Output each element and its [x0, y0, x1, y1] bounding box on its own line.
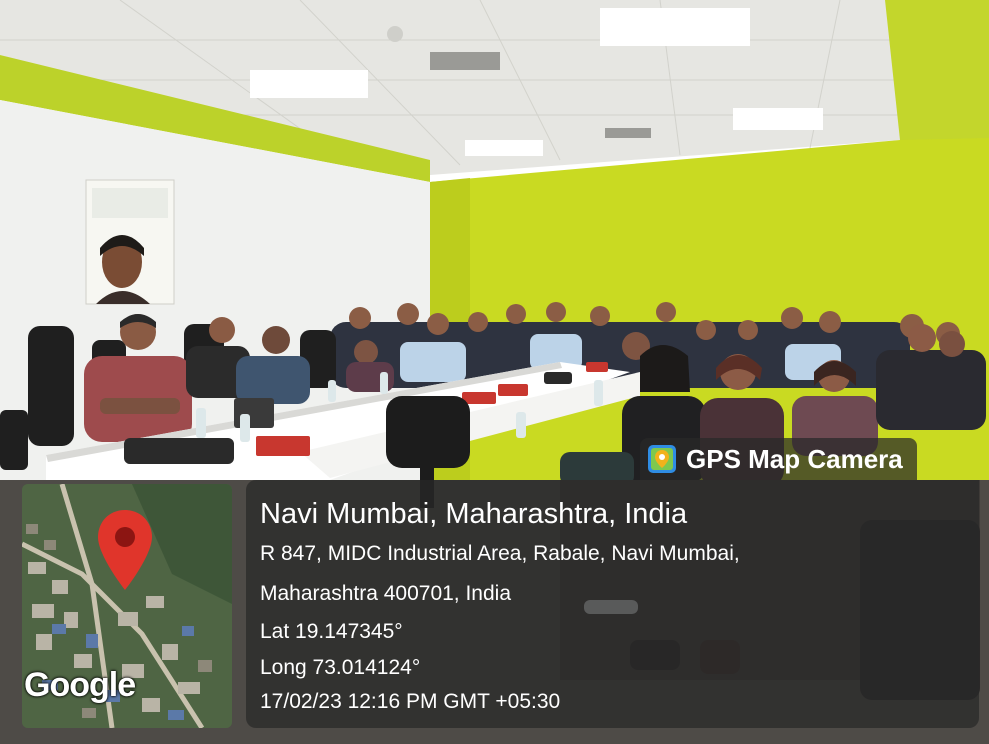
badge-label: GPS Map Camera — [686, 443, 903, 474]
google-logo: Google — [24, 666, 136, 704]
location-title: Navi Mumbai, Maharashtra, India — [260, 498, 688, 530]
address-line-2: Maharashtra 400701, India — [260, 582, 512, 605]
latitude: Lat 19.147345° — [260, 620, 403, 643]
address-line-1: R 847, MIDC Industrial Area, Rabale, Nav… — [260, 542, 740, 565]
satellite-map-thumbnail: Google — [22, 484, 232, 728]
photo-frame: GPS Map Camera Navi Mumbai, Maharashtra,… — [0, 0, 989, 744]
location-info-panel: Navi Mumbai, Maharashtra, India R 847, M… — [246, 480, 979, 728]
gps-map-camera-badge: GPS Map Camera — [640, 438, 917, 480]
red-location-pin-icon — [98, 510, 152, 590]
map-pin-app-icon — [648, 445, 676, 473]
longitude: Long 73.014124° — [260, 656, 421, 679]
timestamp: 17/02/23 12:16 PM GMT +05:30 — [260, 690, 561, 713]
